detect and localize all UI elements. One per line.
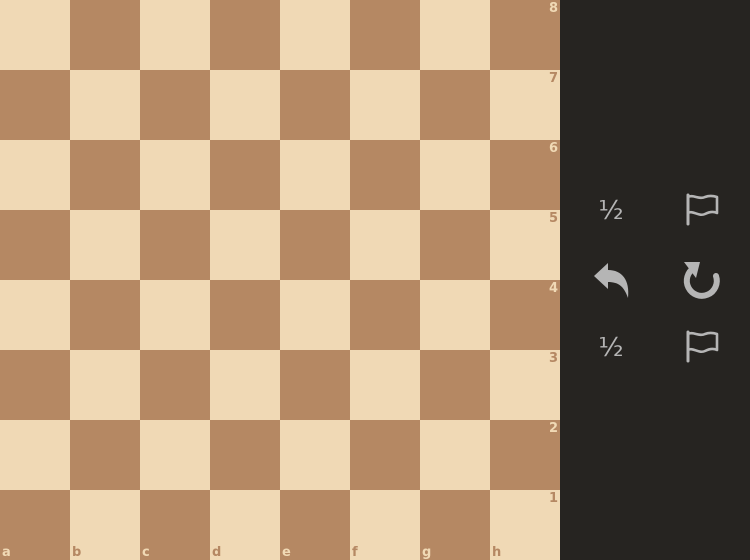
square-d7[interactable]: [210, 70, 280, 140]
square-b5[interactable]: [70, 210, 140, 280]
file-label: c: [142, 545, 150, 560]
chess-board[interactable]: 8765432abcdefg1h: [0, 0, 560, 560]
draw-offer-button-top[interactable]: ½: [587, 187, 635, 235]
draw-offer-label: ½: [598, 333, 624, 363]
square-c1[interactable]: c: [140, 490, 210, 560]
rank-label: 5: [548, 211, 558, 226]
square-d8[interactable]: [210, 0, 280, 70]
file-label: g: [422, 545, 432, 560]
draw-offer-button-bottom[interactable]: ½: [587, 324, 635, 372]
square-c5[interactable]: [140, 210, 210, 280]
file-label: f: [352, 545, 358, 560]
square-a2[interactable]: [0, 420, 70, 490]
rank-label: 2: [548, 421, 558, 436]
square-a3[interactable]: [0, 350, 70, 420]
square-f7[interactable]: [350, 70, 420, 140]
square-g3[interactable]: [420, 350, 490, 420]
resign-button-bottom[interactable]: [678, 322, 726, 370]
file-label: b: [72, 545, 82, 560]
square-h1[interactable]: 1h: [490, 490, 560, 560]
square-d1[interactable]: d: [210, 490, 280, 560]
flag-icon: [686, 330, 719, 363]
rank-label: 4: [548, 281, 558, 296]
square-c3[interactable]: [140, 350, 210, 420]
square-h2[interactable]: 2: [490, 420, 560, 490]
square-g2[interactable]: [420, 420, 490, 490]
square-e1[interactable]: e: [280, 490, 350, 560]
square-b1[interactable]: b: [70, 490, 140, 560]
square-f3[interactable]: [350, 350, 420, 420]
square-d5[interactable]: [210, 210, 280, 280]
file-label: h: [492, 545, 502, 560]
square-d3[interactable]: [210, 350, 280, 420]
square-e4[interactable]: [280, 280, 350, 350]
resign-button-top[interactable]: [678, 185, 726, 233]
square-d4[interactable]: [210, 280, 280, 350]
square-g5[interactable]: [420, 210, 490, 280]
square-c6[interactable]: [140, 140, 210, 210]
undo-arrow-icon: [594, 263, 629, 298]
square-a5[interactable]: [0, 210, 70, 280]
square-c7[interactable]: [140, 70, 210, 140]
square-g4[interactable]: [420, 280, 490, 350]
square-h6[interactable]: 6: [490, 140, 560, 210]
rank-label: 1: [548, 491, 558, 506]
square-e5[interactable]: [280, 210, 350, 280]
square-d2[interactable]: [210, 420, 280, 490]
square-f4[interactable]: [350, 280, 420, 350]
square-f2[interactable]: [350, 420, 420, 490]
square-b3[interactable]: [70, 350, 140, 420]
square-h7[interactable]: 7: [490, 70, 560, 140]
square-d6[interactable]: [210, 140, 280, 210]
game-control-panel: ½ ½: [560, 0, 750, 560]
square-a1[interactable]: a: [0, 490, 70, 560]
rank-label: 3: [548, 351, 558, 366]
square-b8[interactable]: [70, 0, 140, 70]
square-e3[interactable]: [280, 350, 350, 420]
file-label: a: [2, 545, 11, 560]
square-c2[interactable]: [140, 420, 210, 490]
square-h5[interactable]: 5: [490, 210, 560, 280]
rank-label: 6: [548, 141, 558, 156]
takeback-button[interactable]: [588, 256, 636, 304]
rematch-button[interactable]: [678, 256, 726, 304]
rank-label: 8: [548, 1, 558, 16]
square-a7[interactable]: [0, 70, 70, 140]
square-e6[interactable]: [280, 140, 350, 210]
square-h8[interactable]: 8: [490, 0, 560, 70]
square-g6[interactable]: [420, 140, 490, 210]
square-e2[interactable]: [280, 420, 350, 490]
square-f8[interactable]: [350, 0, 420, 70]
square-e7[interactable]: [280, 70, 350, 140]
square-b4[interactable]: [70, 280, 140, 350]
refresh-icon: [683, 262, 720, 299]
square-b6[interactable]: [70, 140, 140, 210]
square-c8[interactable]: [140, 0, 210, 70]
square-h3[interactable]: 3: [490, 350, 560, 420]
square-b7[interactable]: [70, 70, 140, 140]
rank-label: 7: [548, 71, 558, 86]
square-g1[interactable]: g: [420, 490, 490, 560]
draw-offer-label: ½: [598, 196, 624, 226]
square-h4[interactable]: 4: [490, 280, 560, 350]
square-e8[interactable]: [280, 0, 350, 70]
square-a4[interactable]: [0, 280, 70, 350]
square-g7[interactable]: [420, 70, 490, 140]
square-f5[interactable]: [350, 210, 420, 280]
square-a8[interactable]: [0, 0, 70, 70]
file-label: d: [212, 545, 222, 560]
square-c4[interactable]: [140, 280, 210, 350]
square-a6[interactable]: [0, 140, 70, 210]
file-label: e: [282, 545, 291, 560]
square-g8[interactable]: [420, 0, 490, 70]
square-f6[interactable]: [350, 140, 420, 210]
square-f1[interactable]: f: [350, 490, 420, 560]
square-b2[interactable]: [70, 420, 140, 490]
flag-icon: [686, 193, 719, 226]
